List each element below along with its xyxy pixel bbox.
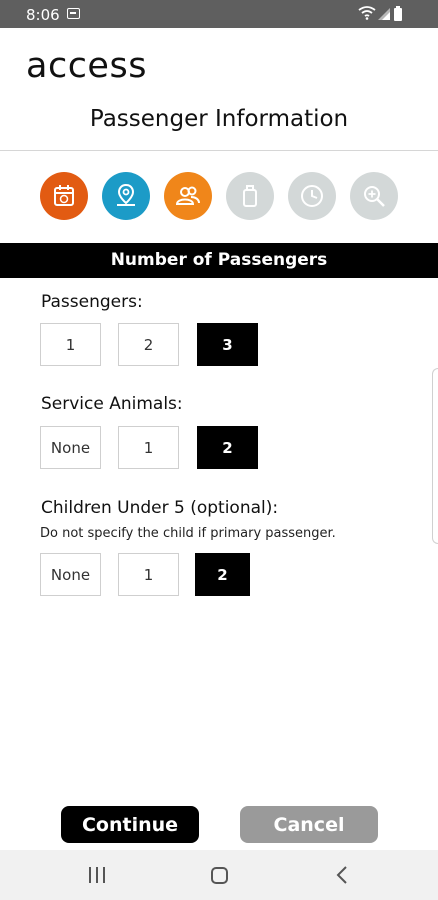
children-option-none[interactable]: None bbox=[40, 553, 101, 596]
children-option-2[interactable]: 2 bbox=[195, 553, 250, 596]
wifi-icon bbox=[358, 6, 376, 20]
status-icons bbox=[358, 4, 408, 24]
home-icon[interactable] bbox=[211, 867, 228, 884]
service-animals-option-none[interactable]: None bbox=[40, 426, 101, 469]
passengers-icon bbox=[175, 186, 200, 205]
children-hint: Do not specify the child if primary pass… bbox=[40, 526, 336, 541]
brand-logo: access bbox=[26, 46, 147, 86]
status-time: 8:06 bbox=[26, 6, 60, 24]
service-animals-option-2[interactable]: 2 bbox=[197, 426, 258, 469]
step-passengers[interactable] bbox=[164, 172, 212, 220]
clock-icon bbox=[301, 185, 323, 207]
step-luggage[interactable] bbox=[226, 172, 274, 220]
step-time[interactable] bbox=[288, 172, 336, 220]
calendar-icon bbox=[54, 185, 74, 206]
location-pin-icon bbox=[117, 183, 135, 206]
service-animals-label: Service Animals: bbox=[41, 394, 183, 414]
children-option-1[interactable]: 1 bbox=[118, 553, 179, 596]
continue-button[interactable]: Continue bbox=[61, 806, 199, 843]
service-animals-option-1[interactable]: 1 bbox=[118, 426, 179, 469]
status-bar: 8:06 bbox=[0, 0, 438, 28]
step-calendar[interactable] bbox=[40, 172, 88, 220]
step-location[interactable] bbox=[102, 172, 150, 220]
magnifier-icon bbox=[364, 186, 385, 207]
passengers-option-3[interactable]: 3 bbox=[197, 323, 258, 366]
notification-icon bbox=[67, 8, 80, 19]
section-title: Number of Passengers bbox=[0, 243, 438, 278]
page-title: Passenger Information bbox=[89, 106, 349, 132]
passengers-label: Passengers: bbox=[41, 292, 143, 312]
step-review[interactable] bbox=[350, 172, 398, 220]
passengers-option-1[interactable]: 1 bbox=[40, 323, 101, 366]
system-nav-bar bbox=[0, 850, 438, 900]
step-indicator bbox=[40, 172, 400, 222]
battery-icon bbox=[394, 6, 402, 21]
cancel-button[interactable]: Cancel bbox=[240, 806, 378, 843]
recent-apps-icon[interactable] bbox=[89, 867, 105, 883]
luggage-icon bbox=[243, 185, 257, 207]
side-panel-handle[interactable] bbox=[432, 368, 438, 544]
passengers-option-2[interactable]: 2 bbox=[118, 323, 179, 366]
header-divider bbox=[0, 150, 438, 151]
signal-icon bbox=[378, 8, 390, 20]
children-label: Children Under 5 (optional): bbox=[41, 498, 279, 518]
back-icon[interactable] bbox=[336, 865, 348, 885]
